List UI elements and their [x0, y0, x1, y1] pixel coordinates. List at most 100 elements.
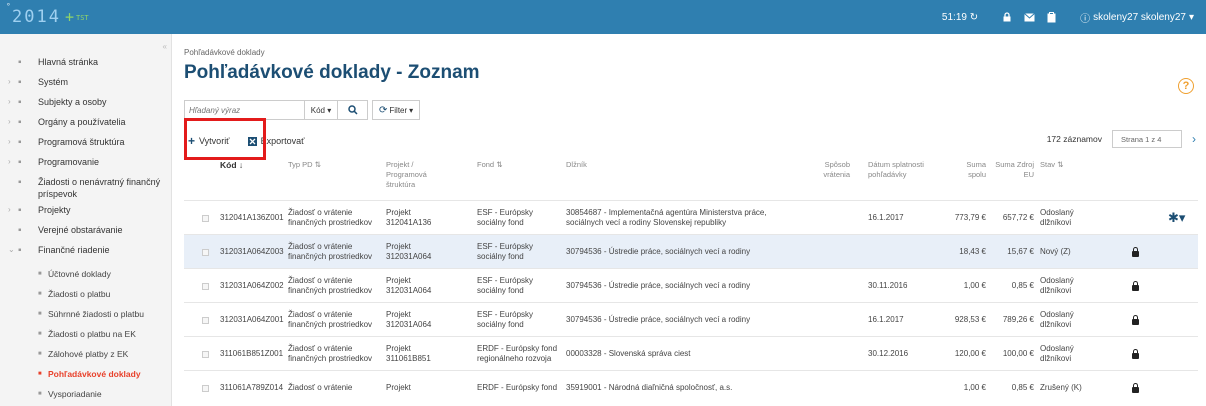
- itms-logo[interactable]: ° ITMS 2014 + TST: [6, 2, 227, 60]
- home-icon: ▪: [18, 57, 22, 68]
- sidebar-item[interactable]: ▪ Verejné obstarávanie: [0, 224, 172, 244]
- row-dlznik: 30794536 - Ústredie práce, sociálnych ve…: [566, 315, 751, 324]
- sidebar-item[interactable]: › ▪ Programovanie: [0, 156, 172, 176]
- table-row[interactable]: 312031A064Z001 Žiadosť o vrátenie finančn…: [184, 302, 1198, 336]
- lock-icon: [1132, 348, 1139, 359]
- col-stav[interactable]: Stav ⇅: [1040, 160, 1063, 170]
- col-fond[interactable]: Fond ⇅: [477, 160, 502, 170]
- col-projekt[interactable]: Projekt / Programová štruktúra: [386, 160, 448, 190]
- data-table: Kód ↓ Typ PD ⇅ Projekt / Programová štru…: [184, 160, 1198, 404]
- sidebar-item[interactable]: › ▪ Subjekty a osoby: [0, 96, 172, 116]
- table-row[interactable]: 312031A064Z002 Žiadosť o vrátenie finančn…: [184, 268, 1198, 302]
- col-sposob[interactable]: Spôsob vrátenia: [800, 160, 850, 180]
- row-typ: Žiadosť o vrátenie finančných prostriedk…: [288, 310, 373, 329]
- session-timer[interactable]: 51:19 ↻: [942, 12, 978, 23]
- col-dlznik[interactable]: Dlžník: [566, 160, 587, 170]
- sidebar-subitem[interactable]: ■ Účtovné doklady: [0, 264, 172, 284]
- sidebar-item[interactable]: › ▪ Systém: [0, 76, 172, 96]
- sidebar-item[interactable]: › ▪ Programová štruktúra: [0, 136, 172, 156]
- row-kod[interactable]: 312031A064Z002: [220, 269, 286, 303]
- col-suma[interactable]: Suma spolu: [948, 160, 986, 180]
- sidebar-subitem[interactable]: ■ Vysporiadanie: [0, 384, 172, 404]
- row-suma: 773,79 €: [954, 213, 986, 222]
- row-suma: 1,00 €: [963, 281, 986, 290]
- row-kod[interactable]: 312031A064Z003: [220, 235, 286, 269]
- row-suma-eu: 657,72 €: [1002, 213, 1034, 222]
- sidebar-subitem-label: Žiadosti o platbu: [48, 289, 111, 299]
- sidebar-item[interactable]: ⌄ ▪ Finančné riadenie: [0, 244, 172, 264]
- people-icon: ▪: [18, 97, 22, 108]
- row-fond: ESF - Európsky sociálny fond: [477, 208, 534, 227]
- sidebar-subitem-label: Účtovné doklady: [48, 269, 111, 279]
- search-icon: [347, 105, 358, 115]
- sidebar-item[interactable]: ▪ Hlavná stránka: [0, 56, 172, 76]
- main-content: Pohľadávkové doklady Pohľadávkové doklad…: [172, 34, 1206, 406]
- row-suma-eu: 100,00 €: [1002, 349, 1034, 358]
- user-menu[interactable]: ⓘ skoleny27 skoleny27 ▾: [1080, 10, 1194, 25]
- row-suma-eu: 15,67 €: [1007, 247, 1034, 256]
- row-checkbox[interactable]: [202, 214, 209, 222]
- row-checkbox[interactable]: [202, 316, 209, 324]
- col-kod[interactable]: Kód ↓: [220, 160, 243, 170]
- sidebar-subitem-label: Pohľadávkové doklady: [48, 369, 141, 379]
- help-icon[interactable]: ?: [1178, 78, 1194, 94]
- chevron-right-icon: [8, 224, 18, 225]
- sidebar-subitem[interactable]: ■ Žiadosti o platbu: [0, 284, 172, 304]
- bullet-icon: ■: [38, 291, 42, 297]
- row-stav: Odoslaný dlžníkovi: [1040, 344, 1074, 363]
- sidebar-item[interactable]: ▪ Žiadosti o nenávratný finančný príspevo…: [0, 176, 172, 204]
- chevron-right-icon: ›: [8, 205, 11, 214]
- row-fond: ERDF - Európsky fond regionálneho rozvoj…: [477, 344, 558, 363]
- sidebar-item-label: Orgány a používatelia: [38, 117, 126, 127]
- row-dlznik: 30794536 - Ústredie práce, sociálnych ve…: [566, 247, 751, 256]
- page-select[interactable]: Strana 1 z 4: [1112, 130, 1182, 148]
- sidebar-subitem[interactable]: ■ Súhrnné žiadosti o platbu: [0, 304, 172, 324]
- mail-icon[interactable]: [1018, 12, 1040, 22]
- col-typ[interactable]: Typ PD ⇅: [288, 160, 321, 170]
- filter-button[interactable]: ⟳ Filter ▾: [372, 100, 421, 120]
- pagination: 172 záznamov Strana 1 z 4 ›: [1047, 130, 1196, 148]
- search-field-select[interactable]: Kód ▾: [304, 100, 338, 120]
- row-dlznik: 35919001 - Národná diaľničná spoločnosť,…: [566, 383, 733, 392]
- table-row[interactable]: 312041A136Z001 Žiadosť o vrátenie finančn…: [184, 200, 1198, 234]
- highlight-box: [184, 118, 266, 160]
- row-settings-icon[interactable]: ✱▾: [1168, 211, 1185, 224]
- chevron-down-icon: ▾: [409, 105, 414, 115]
- sidebar-subitem[interactable]: ■ Pohľadávkové doklady: [0, 364, 172, 384]
- row-typ: Žiadosť o vrátenie finančných prostriedk…: [288, 276, 373, 295]
- row-checkbox[interactable]: [202, 282, 209, 290]
- row-dlznik: 00003328 - Slovenská správa ciest: [566, 349, 691, 358]
- search-button[interactable]: [338, 100, 368, 120]
- table-row[interactable]: 311061A789Z014 Žiadosť o vrátenie Projekt E…: [184, 370, 1198, 404]
- clipboard-icon[interactable]: [1040, 11, 1062, 23]
- table-row[interactable]: 312031A064Z003 Žiadosť o vrátenie finančn…: [184, 234, 1198, 268]
- sidebar-subitem[interactable]: ■ Žiadosti o platbu na EK: [0, 324, 172, 344]
- sidebar-subitem[interactable]: ■ Zálohové platby z EK: [0, 344, 172, 364]
- collapse-sidebar-icon[interactable]: «: [163, 42, 167, 51]
- table-row[interactable]: 311061B851Z001 Žiadosť o vrátenie finančn…: [184, 336, 1198, 370]
- search-input[interactable]: [184, 100, 304, 120]
- refresh-icon: ↻: [969, 11, 979, 23]
- row-kod[interactable]: 312031A064Z001: [220, 303, 286, 337]
- col-suma-eu[interactable]: Suma Zdroj EU: [992, 160, 1034, 180]
- lock-icon[interactable]: [996, 12, 1018, 22]
- sidebar-item[interactable]: › ▪ Projekty: [0, 204, 172, 224]
- row-checkbox[interactable]: [202, 384, 209, 392]
- chevron-right-icon: [8, 176, 18, 177]
- row-kod[interactable]: 311061B851Z001: [220, 337, 286, 371]
- col-typ-label: Typ PD: [288, 160, 313, 169]
- sidebar-item[interactable]: › ▪ Orgány a používatelia: [0, 116, 172, 136]
- next-page-icon[interactable]: ›: [1192, 132, 1196, 146]
- logo-tag: TST: [75, 14, 89, 22]
- row-checkbox[interactable]: [202, 248, 209, 256]
- row-checkbox[interactable]: [202, 350, 209, 358]
- bullet-icon: ■: [38, 391, 42, 397]
- row-kod[interactable]: 312041A136Z001: [220, 201, 286, 235]
- row-datum: [868, 371, 940, 405]
- row-kod[interactable]: 311061A789Z014: [220, 371, 286, 405]
- lock-icon: [1132, 246, 1139, 257]
- col-datum[interactable]: Dátum splatnosti pohľadávky: [868, 160, 940, 180]
- user-icon: ⓘ: [1080, 13, 1091, 25]
- breadcrumb[interactable]: Pohľadávkové doklady: [184, 48, 265, 57]
- row-projekt: Projekt 312041A136: [386, 208, 432, 227]
